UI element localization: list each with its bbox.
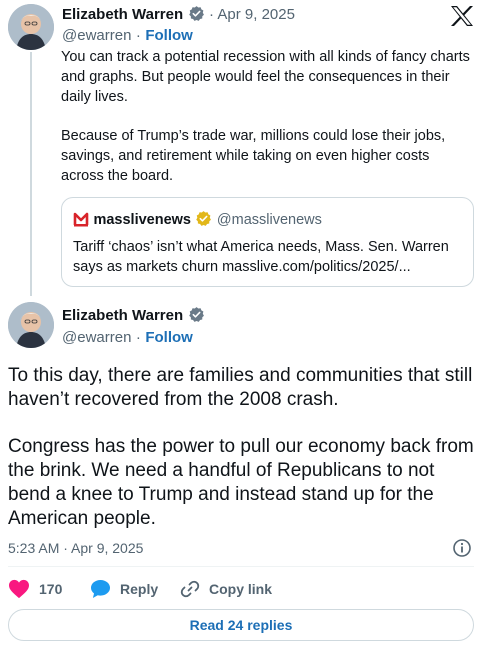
- author-name[interactable]: Elizabeth Warren: [62, 6, 183, 23]
- follow-button[interactable]: Follow: [145, 27, 193, 44]
- masslive-logo-icon: [73, 212, 89, 227]
- copy-link-button[interactable]: Copy link: [180, 578, 272, 600]
- separator-dot: ·: [135, 27, 141, 44]
- like-count: 170: [39, 581, 63, 597]
- tweet-text-paragraph: You can track a potential recession with…: [61, 49, 470, 105]
- avatar[interactable]: [8, 302, 54, 348]
- avatar-portrait-icon: [8, 4, 54, 50]
- heart-icon: [9, 579, 29, 599]
- divider: [8, 566, 474, 567]
- verified-badge-icon: [196, 211, 212, 226]
- tweet-text-paragraph: To this day, there are families and comm…: [8, 365, 473, 410]
- tweet2-header: Elizabeth Warren: [62, 306, 205, 325]
- thread-connector-line: [30, 52, 32, 296]
- tweet-text-paragraph: Congress has the power to pull our econo…: [8, 436, 474, 529]
- tweet-timestamp[interactable]: 5:23 AM · Apr 9, 2025: [8, 540, 143, 556]
- reply-button[interactable]: Reply: [90, 578, 158, 600]
- tweet-date[interactable]: · Apr 9, 2025: [209, 6, 295, 23]
- copy-link-label: Copy link: [209, 581, 273, 597]
- quoted-tweet-card[interactable]: masslivenews @masslivenews Tariff ‘chaos…: [61, 197, 474, 287]
- author-name[interactable]: Elizabeth Warren: [62, 307, 183, 324]
- avatar[interactable]: [8, 4, 54, 50]
- tweet1-handle-row: @ewarren · Follow: [62, 27, 193, 45]
- like-button[interactable]: 170: [8, 578, 62, 600]
- verified-badge-icon: [188, 6, 204, 21]
- info-icon[interactable]: [452, 538, 472, 558]
- read-replies-button[interactable]: Read 24 replies: [8, 609, 474, 641]
- tweet-text-paragraph: Because of Trump’s trade war, millions c…: [61, 128, 446, 184]
- link-icon: [180, 580, 200, 598]
- author-handle[interactable]: @ewarren: [62, 27, 131, 44]
- tweet2-handle-row: @ewarren · Follow: [62, 329, 193, 347]
- quoted-source-name: masslivenews: [93, 212, 191, 228]
- quoted-tweet-header: masslivenews @masslivenews: [73, 210, 322, 229]
- tweet1-header: Elizabeth Warren · Apr 9, 2025: [62, 5, 295, 24]
- reply-label: Reply: [120, 581, 159, 597]
- verified-badge-icon: [188, 307, 204, 322]
- x-logo-icon[interactable]: [450, 5, 474, 27]
- quoted-source-handle: @masslivenews: [216, 212, 322, 228]
- reply-bubble-icon: [90, 579, 111, 599]
- separator-dot: ·: [135, 329, 141, 346]
- author-handle[interactable]: @ewarren: [62, 329, 131, 346]
- avatar-portrait-icon: [8, 302, 54, 348]
- follow-button[interactable]: Follow: [145, 329, 193, 346]
- quoted-tweet-text: Tariff ‘chaos’ isn’t what America needs,…: [73, 239, 449, 275]
